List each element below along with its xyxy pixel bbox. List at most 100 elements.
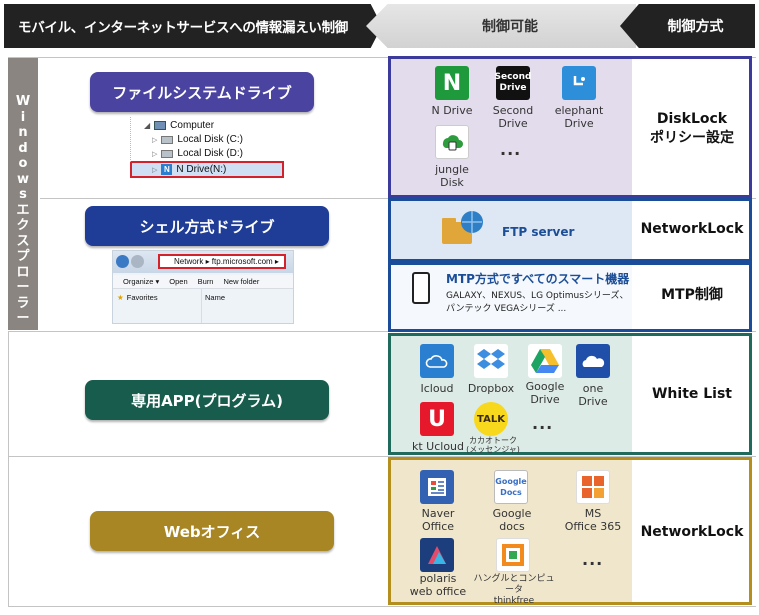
disklock-method: DiskLock ポリシー設定: [650, 111, 734, 146]
thinkfree-icon: [496, 538, 530, 572]
more-dots: ...: [582, 550, 604, 569]
mtp-devices-line2: パンテック VEGAシリーズ ...: [446, 304, 567, 314]
tree-computer-label: Computer: [170, 120, 215, 131]
dropbox-icon: [474, 344, 508, 378]
dedicated-app-pill: 専用APP(プログラム): [85, 380, 329, 420]
second-drive-icon: Second Drive: [495, 66, 531, 100]
tree-ndrive-highlight: ▷ N N Drive(N:): [130, 161, 284, 178]
sidebar-char: w: [16, 171, 29, 187]
explorer-toolbar: Organize ▾ Open Burn New folder: [113, 275, 293, 289]
column-divider: [201, 289, 202, 323]
mtp-devices-line1: GALAXY、NEXUS、LG Optimusシリーズ、: [446, 291, 629, 301]
sidebar-char: W: [15, 94, 31, 109]
header-controllable: 制御可能: [366, 4, 636, 48]
more-dots: ...: [532, 414, 554, 433]
jungle-disk-icon: [435, 125, 469, 159]
left-border: [8, 331, 9, 607]
second-drive-label: Second Drive: [492, 104, 534, 130]
thinkfree-label: ハングルとコンピュータ thinkfree: [473, 574, 555, 606]
favorites-item: ★ Favorites: [117, 293, 158, 302]
burn-button: Burn: [197, 277, 214, 286]
shell-drive-pill: シェル方式ドライブ: [85, 206, 329, 246]
ndrive-label: N Drive: [431, 104, 473, 117]
icloud-label: Icloud: [420, 382, 454, 395]
favorites-label: Favorites: [126, 293, 158, 302]
more-dots: ...: [500, 140, 522, 159]
organize-menu: Organize ▾: [123, 277, 160, 286]
explorer-screenshot: Network ▸ ftp.microsoft.com ▸ Organize ▾…: [112, 250, 294, 324]
networklock-web-method: NetworkLock: [640, 523, 744, 540]
name-column: Name: [205, 293, 226, 302]
new-folder-button: New folder: [223, 277, 260, 286]
sidebar-char: ク: [16, 218, 30, 233]
google-drive-icon: [528, 344, 562, 378]
tree-ndrive-label: N Drive(N:): [176, 164, 227, 175]
header-title: モバイル、インターネットサービスへの情報漏えい制御: [4, 4, 382, 48]
sidebar-char: ー: [16, 311, 30, 326]
sidebar-char: ー: [16, 280, 30, 295]
tree-disk-c-label: Local Disk (C:): [177, 134, 243, 145]
filesystem-drive-pill: ファイルシステムドライブ: [90, 72, 314, 112]
disk-icon: [161, 135, 174, 144]
computer-icon: [154, 121, 167, 130]
disk-icon: [161, 149, 174, 158]
ms-office365-label: MS Office 365: [564, 507, 622, 533]
sidebar-char: d: [18, 140, 28, 156]
ndrive-icon: N: [435, 66, 469, 100]
tree-disk-d: ▷ Local Disk (D:): [152, 148, 243, 159]
header-method: 制御方式: [620, 4, 755, 48]
icloud-icon: [420, 344, 454, 378]
sidebar-char: n: [18, 125, 28, 140]
tree-guide: [130, 117, 131, 162]
google-docs-icon: Google Docs: [494, 470, 528, 504]
star-icon: ★: [117, 293, 124, 302]
ms-office365-icon: [576, 470, 610, 504]
onedrive-icon: [576, 344, 610, 378]
kakaotalk-icon: TALK: [474, 402, 508, 436]
tree-disk-d-label: Local Disk (D:): [177, 148, 243, 159]
jungle-disk-label: jungle Disk: [435, 163, 469, 189]
windows-explorer-sidebar: Windowsエクスプローラー: [8, 58, 38, 330]
kt-ucloud-label: kt Ucloud: [411, 440, 465, 453]
ftp-label: FTP server: [502, 225, 575, 239]
web-office-pill: Webオフィス: [90, 511, 334, 551]
sidebar-char: ラ: [16, 295, 30, 311]
tree-disk-c: ▷ Local Disk (C:): [152, 134, 243, 145]
whitelist-method: White List: [651, 385, 732, 402]
google-drive-label: Google Drive: [525, 380, 565, 406]
elephant-drive-icon: [562, 66, 596, 100]
mtp-title: MTP方式ですべてのスマート機器: [446, 272, 630, 286]
dropbox-label: Dropbox: [467, 382, 515, 395]
open-button: Open: [169, 277, 188, 286]
naver-office-label: Naver Office: [421, 507, 455, 533]
explorer-address: Network ▸ ftp.microsoft.com ▸: [158, 254, 286, 269]
collapse-arrow-icon: ◢: [144, 121, 151, 130]
sidebar-char: s: [19, 187, 27, 202]
kt-ucloud-icon: U: [420, 402, 454, 436]
expand-arrow-icon: ▷: [152, 166, 158, 174]
kakaotalk-label: カカオトーク (メッセンジャ): [466, 436, 520, 454]
ndrive-small-icon: N: [161, 164, 173, 175]
folder-tree: ◢ Computer ▷ Local Disk (C:) ▷ Local Dis…: [130, 116, 286, 180]
google-docs-label: Google docs: [492, 507, 532, 533]
sidebar-char: プ: [16, 249, 30, 264]
elephant-drive-label: elephant Drive: [554, 104, 604, 130]
sidebar-char: i: [20, 109, 26, 125]
expand-arrow-icon: ▷: [152, 136, 158, 144]
polaris-icon: [420, 538, 454, 572]
tree-computer: ◢ Computer: [144, 120, 214, 131]
networklock-ftp-method: NetworkLock: [640, 220, 744, 237]
polaris-label: polaris web office: [409, 572, 467, 598]
ftp-icon: [440, 208, 486, 248]
expand-arrow-icon: ▷: [152, 150, 158, 158]
naver-office-icon: [420, 470, 454, 504]
smartphone-icon: [412, 272, 430, 304]
sidebar-char: ス: [16, 233, 30, 249]
row-divider: [8, 606, 756, 607]
sidebar-char: エ: [16, 202, 30, 218]
forward-icon: [131, 255, 144, 268]
mtp-method: MTP制御: [661, 286, 723, 303]
sidebar-char: ロ: [16, 264, 30, 280]
sidebar-char: o: [18, 156, 28, 171]
onedrive-label: one Drive: [578, 382, 608, 408]
